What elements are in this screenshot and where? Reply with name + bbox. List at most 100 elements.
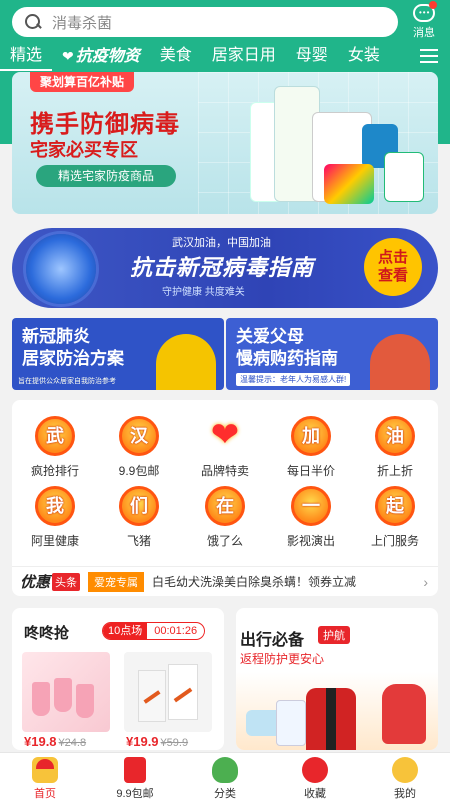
card-title: 关爱父母 慢病购药指南 bbox=[236, 326, 338, 370]
tab-label: 母婴 bbox=[295, 47, 328, 64]
original-price: ¥24.8 bbox=[58, 737, 87, 749]
nav-free-shipping[interactable]: 9.9包邮 bbox=[90, 753, 180, 800]
product-image bbox=[384, 152, 424, 202]
product-image-masks[interactable] bbox=[124, 652, 212, 732]
backpack-illustration bbox=[382, 684, 426, 744]
bowl-icon bbox=[212, 757, 238, 783]
category-label: 折上折 bbox=[376, 464, 413, 478]
category-label: 饿了么 bbox=[206, 534, 243, 548]
tab-mother-baby[interactable]: 母婴 bbox=[286, 43, 338, 71]
hero-title: 携手防御病毒 bbox=[30, 111, 180, 138]
guide-view-button[interactable]: 点击 查看 bbox=[364, 238, 422, 296]
category-item[interactable]: 一影视演出 bbox=[276, 486, 346, 549]
home-prevention-card[interactable]: 新冠肺炎 居家防治方案 旨在提供公众居家自我防治参考 bbox=[12, 318, 224, 390]
tab-label: 抗疫物资 bbox=[75, 48, 140, 65]
nav-label: 首页 bbox=[34, 788, 56, 800]
hero-cta-button[interactable]: 精选宅家防疫商品 bbox=[36, 165, 176, 187]
virus-illustration bbox=[26, 234, 96, 304]
sock-shape bbox=[54, 678, 72, 712]
stripe-shape bbox=[173, 687, 193, 703]
messages-button[interactable]: ••• 消息 bbox=[406, 1, 442, 40]
sanitizer-illustration bbox=[276, 700, 306, 746]
fortune-god-icon bbox=[392, 757, 418, 783]
tab-featured[interactable]: 精选 bbox=[0, 43, 53, 71]
heart-icon: ❤ bbox=[62, 48, 74, 64]
product-image-socks[interactable] bbox=[22, 652, 110, 732]
wu-badge-icon: 武 bbox=[35, 416, 75, 456]
hero-banner[interactable]: 聚划算百亿补贴 携手防御病毒 宅家必买专区 精选宅家防疫商品 bbox=[12, 72, 438, 214]
package-shape bbox=[168, 664, 198, 720]
countdown-timer: 00:01:26 bbox=[154, 625, 198, 637]
guide-top-text: 武汉加油，中国加油 bbox=[172, 237, 271, 249]
promo-headline[interactable]: 优惠 头条 爱宠专属 白毛幼犬洗澡美白除臭杀螨！领券立减 › bbox=[12, 566, 438, 596]
tab-label: 女装 bbox=[347, 47, 380, 64]
jia-badge-icon: 加 bbox=[291, 416, 331, 456]
category-label: 疯抢排行 bbox=[30, 464, 79, 478]
category-label: 9.9包邮 bbox=[118, 464, 160, 478]
category-item[interactable]: 武疯抢排行 bbox=[20, 416, 90, 479]
category-item[interactable]: 我阿里健康 bbox=[20, 486, 90, 549]
top-header: 消毒杀菌 ••• 消息 精选 ❤ 抗疫物资 美食 居家日用 母婴 女装 bbox=[0, 0, 450, 74]
nav-label: 分类 bbox=[214, 788, 236, 800]
messages-label: 消息 bbox=[413, 27, 435, 39]
card-title-line1: 新冠肺炎 bbox=[22, 327, 90, 346]
han-badge-icon: 汉 bbox=[119, 416, 159, 456]
tab-womens-wear[interactable]: 女装 bbox=[338, 43, 390, 71]
tab-epidemic-supplies[interactable]: ❤ 抗疫物资 bbox=[52, 43, 150, 71]
travel-essentials-card[interactable]: 出行必备 护航 返程防护更安心 bbox=[236, 608, 438, 750]
heart-icon: ❤ bbox=[210, 416, 240, 454]
card-note: 旨在提供公众居家自我防治参考 bbox=[18, 378, 116, 385]
guide-title: 抗击新冠病毒指南 bbox=[130, 255, 315, 280]
category-item[interactable]: 加每日半价 bbox=[276, 416, 346, 479]
menu-icon[interactable] bbox=[420, 49, 438, 63]
elderly-illustration bbox=[370, 334, 430, 390]
category-item[interactable]: 们飞猪 bbox=[104, 486, 174, 549]
current-price: ¥19.9 bbox=[126, 734, 159, 749]
tab-food[interactable]: 美食 bbox=[150, 43, 202, 71]
travel-title: 出行必备 bbox=[240, 632, 305, 649]
elderly-medicine-card[interactable]: 关爱父母 慢病购药指南 温馨提示：老年人为易感人群! bbox=[226, 318, 438, 390]
zai-badge-icon: 在 bbox=[205, 486, 245, 526]
product-price: ¥19.8 ¥24.8 bbox=[24, 734, 86, 749]
category-item[interactable]: 起上门服务 bbox=[360, 486, 430, 549]
card-warning: 温馨提示：老年人为易感人群! bbox=[236, 373, 351, 386]
lucky-bag-icon bbox=[302, 757, 328, 783]
tab-label: 居家日用 bbox=[211, 47, 276, 64]
pandemic-guide-banner[interactable]: 武汉加油，中国加油 抗击新冠病毒指南 守护健康 共度难关 点击 查看 bbox=[12, 228, 438, 308]
promo-badge: 头条 bbox=[52, 572, 81, 591]
session-label: 10点场 bbox=[103, 623, 148, 639]
yi-badge-icon: 一 bbox=[291, 486, 331, 526]
promo-tag: 爱宠专属 bbox=[88, 571, 145, 592]
nav-home[interactable]: 首页 bbox=[0, 753, 90, 800]
category-label: 品牌特卖 bbox=[200, 464, 249, 478]
category-item[interactable]: 汉 9.9包邮 bbox=[104, 416, 174, 479]
nav-label: 我的 bbox=[394, 788, 416, 800]
card-title-line2: 居家防治方案 bbox=[22, 349, 124, 368]
guide-button-line2: 查看 bbox=[377, 267, 408, 284]
search-input[interactable]: 消毒杀菌 bbox=[52, 12, 112, 33]
you-badge-icon: 油 bbox=[375, 416, 415, 456]
nav-label: 收藏 bbox=[304, 788, 326, 800]
stripe-shape bbox=[143, 690, 161, 704]
category-label: 阿里健康 bbox=[30, 534, 79, 548]
nav-categories[interactable]: 分类 bbox=[180, 753, 270, 800]
chevron-right-icon: › bbox=[423, 573, 428, 590]
product-image bbox=[324, 164, 374, 204]
category-item[interactable]: 在饿了么 bbox=[190, 486, 260, 549]
nav-favorites[interactable]: 收藏 bbox=[270, 753, 360, 800]
hero-tag: 聚划算百亿补贴 bbox=[30, 72, 135, 92]
bottom-nav: 首页 9.9包邮 分类 收藏 我的 bbox=[0, 752, 450, 800]
card-title: 新冠肺炎 居家防治方案 bbox=[22, 326, 124, 370]
category-item[interactable]: 油折上折 bbox=[360, 416, 430, 479]
flash-deal-card[interactable]: 咚咚抢 10点场 00:01:26 ¥19.8 ¥24.8 ¥19.9 ¥59.9 bbox=[12, 608, 224, 750]
category-item[interactable]: ❤ 品牌特卖 bbox=[190, 416, 260, 479]
promo-text: 白毛幼犬洗澡美白除臭杀螨！领券立减 bbox=[152, 575, 357, 589]
tab-home-goods[interactable]: 居家日用 bbox=[202, 43, 286, 71]
hero-subtitle: 宅家必买专区 bbox=[30, 140, 138, 160]
original-price: ¥59.9 bbox=[160, 737, 189, 749]
guide-button-line1: 点击 bbox=[377, 249, 408, 266]
search-bar[interactable]: 消毒杀菌 bbox=[12, 7, 398, 37]
category-label: 上门服务 bbox=[370, 534, 419, 548]
nav-profile[interactable]: 我的 bbox=[360, 753, 450, 800]
card-title-line2: 慢病购药指南 bbox=[236, 349, 338, 368]
